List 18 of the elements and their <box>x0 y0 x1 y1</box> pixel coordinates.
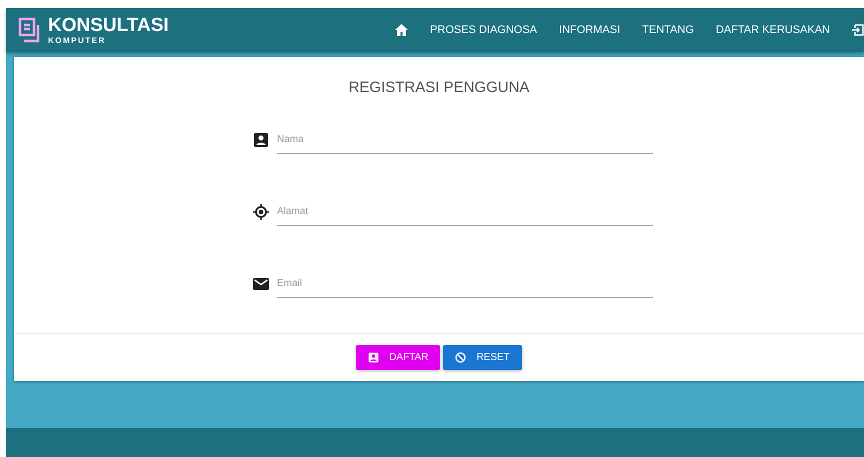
register-button[interactable]: DAFTAR <box>356 345 440 370</box>
brand-title: KONSULTASI <box>48 16 169 34</box>
home-icon <box>395 24 408 36</box>
home-link[interactable] <box>395 22 408 38</box>
reset-button[interactable]: RESET <box>443 345 522 370</box>
nav-link-item[interactable]: TENTANG <box>642 22 694 38</box>
form-title: REGISTRASI PENGGUNA <box>348 78 530 98</box>
nav-link-item[interactable]: INFORMASI <box>559 22 620 38</box>
person-card-icon <box>368 352 380 363</box>
login-link[interactable] <box>852 22 864 38</box>
nav-link-item[interactable]: PROSES DIAGNOSA <box>430 22 538 38</box>
target-icon <box>253 204 269 220</box>
brand-subtitle: KOMPUTER <box>48 36 107 44</box>
prohibited-icon <box>455 352 466 363</box>
envelope-icon <box>253 276 269 292</box>
login-icon <box>852 24 864 36</box>
person-card-icon <box>253 132 269 148</box>
nav-link-item[interactable]: DAFTAR KERUSAKAN <box>716 22 830 38</box>
